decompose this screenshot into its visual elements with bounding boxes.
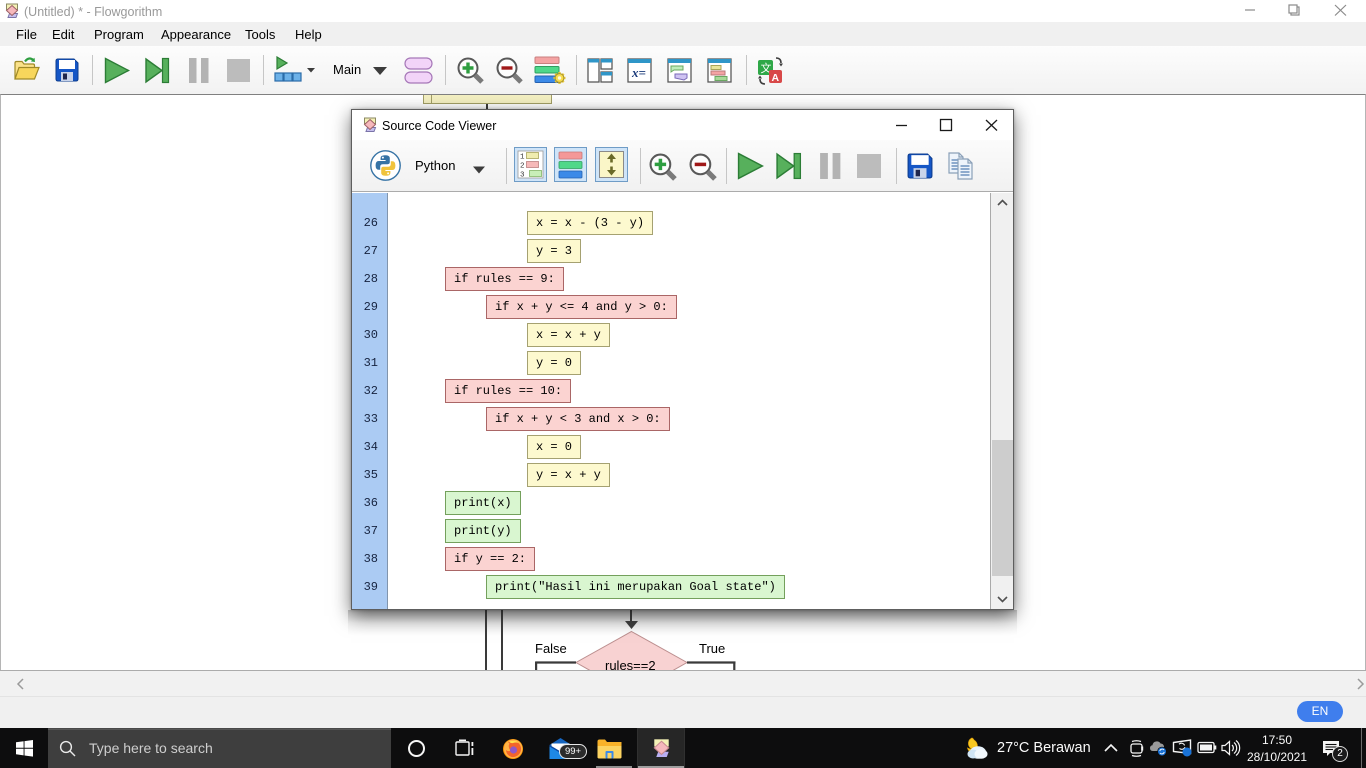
- svg-text:1: 1: [520, 154, 525, 162]
- svg-text:A: A: [772, 72, 780, 84]
- svg-text:2: 2: [520, 163, 525, 171]
- svg-text:3: 3: [520, 172, 525, 180]
- svg-text:x=: x=: [631, 65, 646, 80]
